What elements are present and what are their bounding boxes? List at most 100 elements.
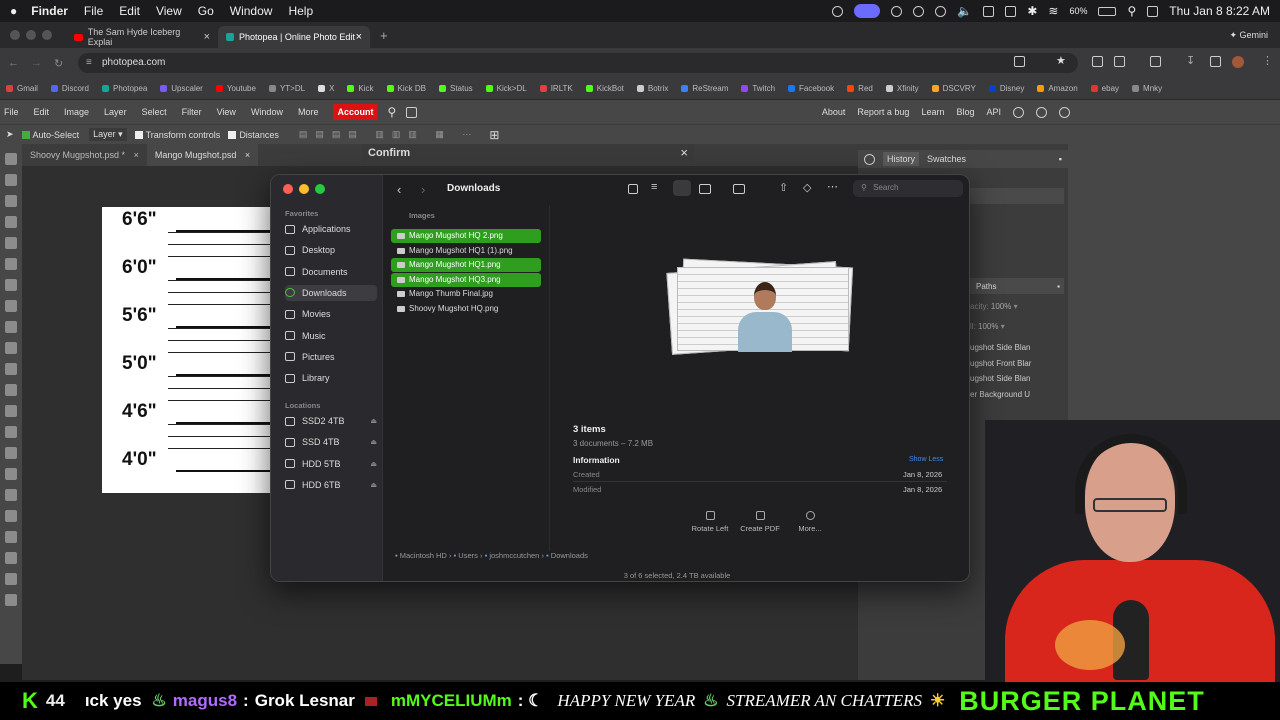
path-item[interactable]: ▪ Downloads xyxy=(546,551,588,560)
tag-icon[interactable]: ◇ xyxy=(803,181,811,194)
pp-tool-icon[interactable] xyxy=(5,426,17,438)
pp-tool-icon[interactable] xyxy=(5,321,17,333)
control-center-icon[interactable] xyxy=(1147,5,1159,17)
extension-icon-2[interactable] xyxy=(1114,56,1125,67)
bookmark-item[interactable]: Kick>DL xyxy=(486,84,527,93)
screen-share-icon[interactable] xyxy=(854,4,881,18)
gemini-button[interactable]: ✦ Gemini xyxy=(1229,30,1268,41)
gallery-view-icon[interactable] xyxy=(699,184,711,194)
pp-tool-icon[interactable] xyxy=(5,153,17,165)
pp-tool-icon[interactable] xyxy=(5,384,17,396)
sidebar-item-music[interactable]: Music xyxy=(285,328,377,344)
rotate-left-button[interactable]: Rotate Left xyxy=(685,511,735,533)
eject-icon[interactable]: ⏏ xyxy=(370,438,377,446)
battery-text[interactable]: 60% xyxy=(1069,6,1087,16)
api-link[interactable]: API xyxy=(986,107,1001,118)
sidebar-item-library[interactable]: Library xyxy=(285,370,377,386)
pp-menu-more[interactable]: More xyxy=(298,107,319,117)
sidebar-item-downloads[interactable]: Downloads xyxy=(285,284,377,301)
back-chevron-icon[interactable]: ‹ xyxy=(397,182,401,197)
panel-menu-icon[interactable]: ▪ xyxy=(1059,154,1062,164)
sidepanel-icon[interactable] xyxy=(1150,56,1161,67)
window-minimize-button[interactable] xyxy=(26,30,36,40)
doc-tab-shoovy[interactable]: Shoovy Mugpshot.psd * × xyxy=(22,144,147,166)
sidebar-item-movies[interactable]: Movies xyxy=(285,306,377,322)
bookmark-item[interactable]: Twitch xyxy=(741,84,775,93)
bookmark-item[interactable]: Red xyxy=(847,84,873,93)
bookmark-item[interactable]: Upscaler xyxy=(160,84,203,93)
finder-close-button[interactable] xyxy=(283,184,293,194)
bookmark-item[interactable]: Status xyxy=(439,84,473,93)
finder-minimize-button[interactable] xyxy=(299,184,309,194)
pp-tool-icon[interactable] xyxy=(5,279,17,291)
eject-icon[interactable]: ⏏ xyxy=(370,417,377,425)
bookmark-item[interactable]: ReStream xyxy=(681,84,728,93)
pp-tool-icon[interactable] xyxy=(5,174,17,186)
forward-chevron-icon[interactable]: › xyxy=(421,182,425,197)
download-icon[interactable]: ↧ xyxy=(1186,54,1195,67)
browser-tab-iceberg[interactable]: The Sam Hyde Iceberg Explai × xyxy=(66,26,218,48)
bookmark-item[interactable]: Photopea xyxy=(102,84,147,93)
volume-icon[interactable]: 🔈 xyxy=(957,4,972,18)
path-item[interactable]: ▪ Users xyxy=(454,551,478,560)
pp-menu-filter[interactable]: Filter xyxy=(182,107,202,117)
pp-tool-icon[interactable] xyxy=(5,300,17,312)
profile-avatar[interactable] xyxy=(1232,56,1244,68)
bookmark-item[interactable]: Botrix xyxy=(637,84,668,93)
pp-tool-icon[interactable] xyxy=(5,594,17,606)
file-item[interactable]: Mango Mugshot HQ1.png xyxy=(391,258,541,273)
align-icons[interactable]: ▤▤▤▤ ▥▥▥ ▦ ⋯ xyxy=(299,129,480,140)
list-view-icon[interactable]: ≡ xyxy=(651,181,657,193)
pp-tool-icon[interactable] xyxy=(5,237,17,249)
wifi-icon[interactable]: ≋ xyxy=(1048,4,1058,18)
auto-select-checkbox[interactable] xyxy=(21,130,30,139)
menu-view[interactable]: View xyxy=(156,4,182,18)
more-actions-icon[interactable]: ⋯ xyxy=(827,180,838,193)
bookmark-item[interactable]: Kick xyxy=(347,84,373,93)
layer-item[interactable]: ugshot Side Blan xyxy=(970,340,1031,356)
extension-icon[interactable] xyxy=(1092,56,1103,67)
bookmark-item[interactable]: Facebook xyxy=(788,84,834,93)
window-zoom-button[interactable] xyxy=(42,30,52,40)
pp-tool-icon[interactable] xyxy=(5,468,17,480)
status-icon[interactable] xyxy=(832,5,844,17)
window-close-button[interactable] xyxy=(10,30,20,40)
pp-tool-icon[interactable] xyxy=(5,342,17,354)
bookmark-item[interactable]: YT>DL xyxy=(269,84,305,93)
sidebar-location[interactable]: HDD 6TB ⏏ xyxy=(285,477,377,493)
sidebar-item-applications[interactable]: Applications xyxy=(285,221,377,237)
pp-menu-image[interactable]: Image xyxy=(64,107,89,117)
new-tab-button[interactable]: + xyxy=(380,28,388,43)
icon-view-icon[interactable] xyxy=(628,184,638,194)
pp-tool-icon[interactable] xyxy=(5,531,17,543)
layer-item[interactable]: er Background U xyxy=(970,387,1031,403)
bookmark-star-icon[interactable]: ★ xyxy=(1056,54,1066,67)
url-field[interactable]: ≡ photopea.com xyxy=(78,53,1078,73)
group-icon[interactable] xyxy=(733,184,745,194)
clock[interactable]: Thu Jan 8 8:22 AM xyxy=(1169,4,1270,18)
history-tab[interactable]: History xyxy=(883,152,920,166)
pp-tool-icon[interactable] xyxy=(5,258,17,270)
eject-icon[interactable]: ⏏ xyxy=(370,481,377,489)
status-icon-4[interactable] xyxy=(983,5,995,17)
bookmark-item[interactable]: DSCVRY xyxy=(932,84,976,93)
pp-menu-edit[interactable]: Edit xyxy=(34,107,50,117)
create-pdf-button[interactable]: Create PDF xyxy=(735,511,785,533)
fill-value[interactable]: 100% xyxy=(978,322,998,331)
close-dialog-icon[interactable]: × xyxy=(680,145,688,160)
bookmark-item[interactable]: Gmail xyxy=(6,84,38,93)
bookmark-item[interactable]: Youtube xyxy=(216,84,256,93)
info-icon[interactable] xyxy=(864,153,875,165)
reddit-icon[interactable] xyxy=(1013,106,1024,118)
pp-tool-icon[interactable] xyxy=(5,552,17,564)
file-item[interactable]: Mango Mugshot HQ1 (1).png xyxy=(391,244,541,258)
close-doc-icon[interactable]: × xyxy=(245,150,250,160)
bookmark-item[interactable]: IRLTK xyxy=(540,84,573,93)
layer-item[interactable]: ugshot Front Blar xyxy=(970,356,1031,372)
close-tab-icon[interactable]: × xyxy=(356,31,362,43)
status-icon-3[interactable] xyxy=(913,5,925,17)
distances-checkbox[interactable] xyxy=(228,130,237,139)
file-item[interactable]: Mango Mugshot HQ3.png xyxy=(391,272,541,287)
app-menu-finder[interactable]: Finder xyxy=(31,4,68,18)
report-bug-link[interactable]: Report a bug xyxy=(857,107,909,118)
